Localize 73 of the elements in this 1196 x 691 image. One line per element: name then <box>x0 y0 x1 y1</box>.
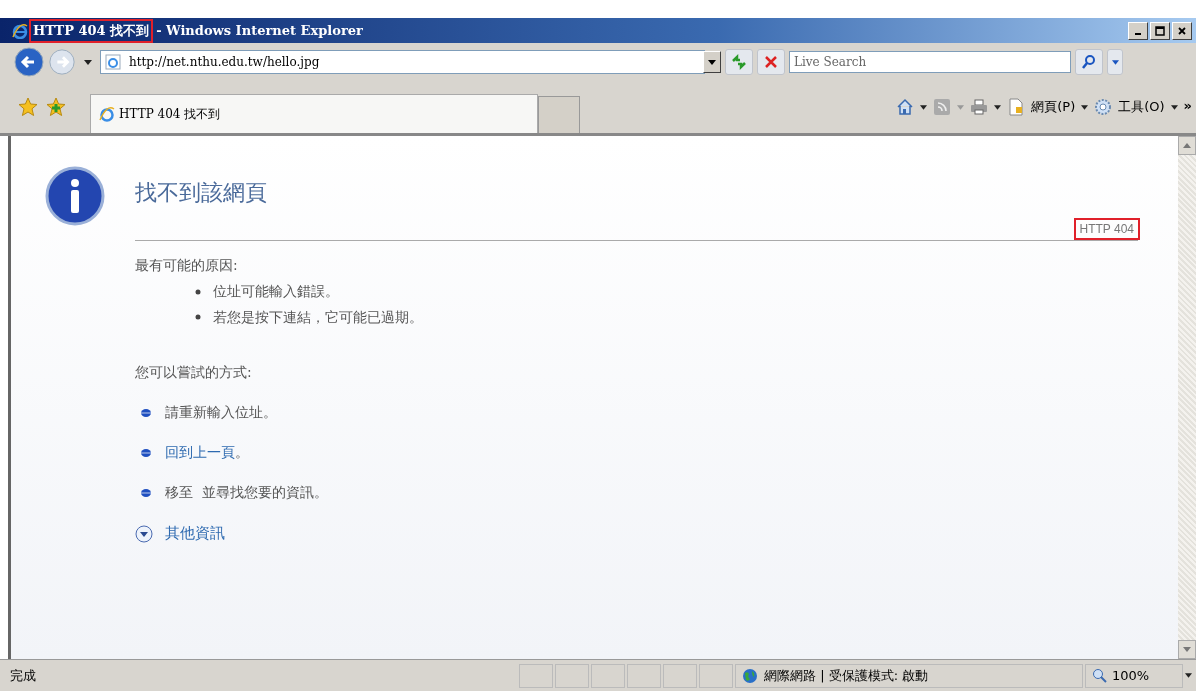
printer-icon[interactable] <box>970 98 989 116</box>
page-icon <box>105 54 121 70</box>
search-icon <box>1081 54 1097 70</box>
bullet-icon <box>195 314 201 321</box>
status-pane <box>519 663 553 688</box>
cause-item: 若您是按下連結，它可能已過期。 <box>213 307 423 327</box>
caret-icon[interactable] <box>1170 104 1178 110</box>
stop-icon <box>763 54 779 70</box>
minimize-button[interactable] <box>1128 21 1148 40</box>
maximize-icon <box>1155 25 1165 36</box>
scroll-down-button[interactable] <box>1178 640 1196 659</box>
suggestion-text: 移至 並尋找您要的資訊。 <box>165 484 328 503</box>
scroll-up-button[interactable] <box>1178 136 1196 155</box>
favorites-star-icon[interactable] <box>18 97 38 117</box>
caret-icon[interactable] <box>920 104 928 110</box>
bullet-icon <box>141 449 151 458</box>
search-field[interactable]: Live Search <box>789 51 1071 73</box>
stop-button[interactable] <box>757 49 785 75</box>
search-button[interactable] <box>1075 49 1103 75</box>
ie-logo-icon <box>99 106 115 122</box>
gear-icon[interactable] <box>1094 98 1113 116</box>
bullet-icon <box>141 489 151 498</box>
status-text: 完成 <box>10 666 37 685</box>
up-arrow-icon <box>1183 143 1191 148</box>
globe-icon <box>742 667 758 684</box>
page-menu[interactable]: 網頁(P) <box>1031 98 1076 116</box>
scrollbar[interactable] <box>1178 136 1196 659</box>
bullet-icon <box>141 409 151 418</box>
zoom-button[interactable]: 100% <box>1085 663 1183 688</box>
back-button[interactable] <box>14 47 44 77</box>
tools-menu[interactable]: 工具(O) <box>1118 98 1165 116</box>
cause-item: 位址可能輸入錯誤。 <box>213 282 339 301</box>
status-pane <box>627 663 661 688</box>
more-button[interactable]: » <box>1183 98 1192 113</box>
home-icon[interactable] <box>896 98 915 116</box>
caret-icon <box>1111 59 1119 65</box>
dropdown-button[interactable] <box>703 51 721 73</box>
status-pane <box>663 663 697 688</box>
browser-tab[interactable]: HTTP 404 找不到 <box>90 94 538 133</box>
bullet-icon <box>195 288 201 295</box>
zoom-icon <box>1092 667 1108 684</box>
error-code: HTTP 404 <box>1075 220 1138 238</box>
caret-icon[interactable] <box>994 104 1002 110</box>
more-info-link[interactable]: 其他資訊 <box>165 524 225 544</box>
status-pane <box>591 663 625 688</box>
close-icon <box>1177 25 1187 36</box>
zone-text: 網際網路 | 受保護模式: 啟動 <box>764 666 929 685</box>
caret-icon[interactable] <box>1185 673 1192 678</box>
status-pane <box>699 663 733 688</box>
refresh-icon <box>731 54 747 70</box>
page-icon[interactable] <box>1007 98 1026 116</box>
close-button[interactable] <box>1172 21 1192 40</box>
down-arrow-icon <box>1183 647 1191 652</box>
address-field[interactable]: http://net.nthu.edu.tw/hello.jpg <box>100 50 705 74</box>
add-favorite-icon[interactable] <box>46 97 66 117</box>
caret-icon[interactable] <box>84 59 92 65</box>
app-name: - Windows Internet Explorer <box>155 22 364 39</box>
back-link[interactable]: 回到上一頁 <box>165 444 235 461</box>
caret-icon[interactable] <box>1081 104 1089 110</box>
minimize-icon <box>1135 32 1141 35</box>
expand-icon[interactable] <box>135 524 153 543</box>
section-title: 您可以嘗試的方式: <box>135 364 253 383</box>
section-title: 最有可能的原因: <box>135 257 239 275</box>
page-heading: 找不到該網頁 <box>135 179 268 207</box>
suggestion-text: 請重新輸入位址。 <box>165 404 277 423</box>
search-options-button[interactable] <box>1107 49 1123 75</box>
caret-icon <box>708 59 716 65</box>
status-pane <box>555 663 589 688</box>
window-title: HTTP 404 找不到 <box>31 20 152 41</box>
maximize-button[interactable] <box>1150 21 1170 40</box>
info-icon <box>45 166 105 226</box>
ie-logo-icon <box>12 22 28 39</box>
sentence-end: 。 <box>235 444 249 461</box>
